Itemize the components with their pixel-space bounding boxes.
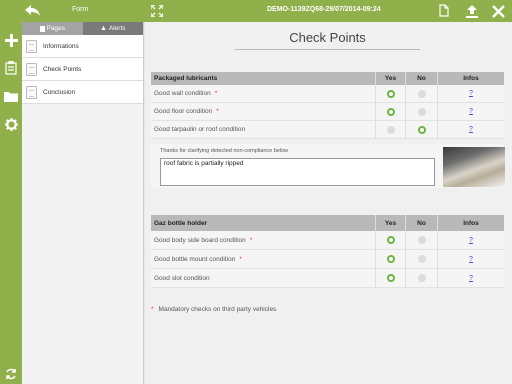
yes-radio[interactable] — [386, 255, 395, 263]
nav-item-informations[interactable]: Informations — [22, 35, 143, 58]
document-icon — [26, 85, 37, 99]
nav-item-conclusion[interactable]: Conclusion — [22, 81, 143, 104]
mandatory-marker: * — [216, 108, 219, 115]
no-radio[interactable] — [417, 107, 426, 116]
tab-pages[interactable]: Pages — [22, 22, 83, 35]
column-yes: Yes — [375, 72, 405, 85]
checkpoint-row: Good slot condition ? — [151, 269, 504, 288]
no-radio[interactable] — [417, 125, 426, 134]
checkpoint-row: Good bottle mount condition * ? — [151, 250, 504, 269]
info-link[interactable]: ? — [469, 108, 473, 115]
column-no: No — [405, 72, 437, 85]
checkpoint-label: Good floor condition — [154, 108, 213, 115]
pages-panel: Pages ▲ Alerts Informations Check Points… — [22, 22, 144, 384]
checkpoint-label: Good tarpaulin or roof condition — [154, 126, 246, 133]
form-title: Form — [72, 6, 89, 13]
tab-alerts-label: Alerts — [108, 25, 126, 32]
footnote-text: Mandatory checks on third party vehicles — [158, 306, 277, 313]
checkpoint-row: Good body side board condition * ? — [151, 231, 504, 250]
warning-icon: ▲ — [99, 25, 107, 32]
checkpoint-row: Good floor condition * ? — [151, 103, 504, 121]
column-infos: Infos — [437, 215, 504, 231]
comment-label: Thanks for clarifying detected non-compl… — [160, 148, 289, 154]
checkpoint-label: Good wall condition — [154, 90, 211, 97]
tab-pages-label: Pages — [46, 25, 65, 32]
info-link[interactable]: ? — [469, 90, 473, 97]
roof-photo[interactable] — [443, 147, 505, 187]
section-header: Packaged lubricants Yes No Infos — [151, 72, 504, 85]
document-icon — [26, 62, 37, 76]
no-radio[interactable] — [417, 255, 426, 263]
mandatory-marker: * — [239, 255, 242, 263]
section-gaz-bottle-holder: Gaz bottle holder Yes No Infos Good body… — [151, 215, 504, 288]
comment-textarea[interactable]: roof fabric is partially ripped — [160, 158, 435, 186]
yes-radio[interactable] — [386, 107, 395, 116]
nav-item-label: Check Points — [43, 65, 82, 73]
non-compliance-comment: Thanks for clarifying detected non-compl… — [151, 144, 505, 188]
section-header: Gaz bottle holder Yes No Infos — [151, 215, 504, 231]
column-yes: Yes — [375, 215, 405, 231]
panel-tabs: Pages ▲ Alerts — [22, 22, 143, 35]
nav-item-label: Informations — [43, 42, 79, 50]
mandatory-marker: * — [249, 236, 253, 244]
mandatory-marker: * — [151, 306, 154, 313]
no-radio[interactable] — [417, 236, 426, 244]
fullscreen-icon[interactable] — [150, 4, 164, 18]
checkpoint-row: Good tarpaulin or roof condition ? — [151, 121, 504, 139]
checkpoint-label: Good bottle mount condition — [154, 255, 236, 263]
gear-icon[interactable] — [3, 116, 19, 132]
side-rail — [0, 22, 22, 384]
document-id: DEMO-1139ZQ68-29/07/2014-09:24 — [267, 6, 381, 13]
main-content: Check Points Packaged lubricants Yes No … — [145, 22, 512, 384]
back-arrow-icon[interactable] — [24, 3, 42, 19]
checklist-icon[interactable] — [3, 60, 19, 76]
section-title: Gaz bottle holder — [154, 219, 208, 227]
column-infos: Infos — [437, 72, 504, 85]
upload-icon[interactable] — [465, 3, 479, 19]
folder-icon[interactable] — [3, 88, 19, 104]
yes-radio[interactable] — [386, 236, 395, 244]
tab-alerts[interactable]: ▲ Alerts — [82, 22, 143, 35]
add-icon[interactable] — [3, 32, 19, 48]
page-icon — [39, 25, 45, 32]
nav-item-label: Conclusion — [43, 88, 76, 96]
yes-radio[interactable] — [386, 274, 395, 282]
document-icon[interactable] — [438, 3, 450, 18]
info-link[interactable]: ? — [469, 256, 473, 263]
info-link[interactable]: ? — [469, 275, 473, 282]
mandatory-marker: * — [214, 90, 218, 97]
document-icon — [26, 39, 37, 53]
section-packaged-lubricants: Packaged lubricants Yes No Infos Good wa… — [151, 72, 504, 139]
page-title: Check Points — [235, 30, 420, 50]
close-icon[interactable] — [490, 3, 506, 19]
yes-radio[interactable] — [386, 125, 395, 134]
nav-item-check-points[interactable]: Check Points — [22, 58, 143, 81]
mandatory-footnote: * Mandatory checks on third party vehicle… — [151, 306, 276, 313]
no-radio[interactable] — [417, 89, 426, 98]
checkpoint-label: Good body side board condition — [154, 236, 246, 244]
sync-icon[interactable] — [3, 366, 19, 382]
no-radio[interactable] — [417, 274, 426, 282]
info-link[interactable]: ? — [469, 237, 473, 244]
info-link[interactable]: ? — [469, 126, 473, 133]
yes-radio[interactable] — [386, 89, 395, 98]
top-bar: Form DEMO-1139ZQ68-29/07/2014-09:24 — [0, 0, 512, 22]
checkpoint-label: Good slot condition — [154, 274, 210, 282]
section-title: Packaged lubricants — [154, 75, 218, 82]
column-no: No — [405, 215, 437, 231]
checkpoint-row: Good wall condition * ? — [151, 85, 504, 103]
